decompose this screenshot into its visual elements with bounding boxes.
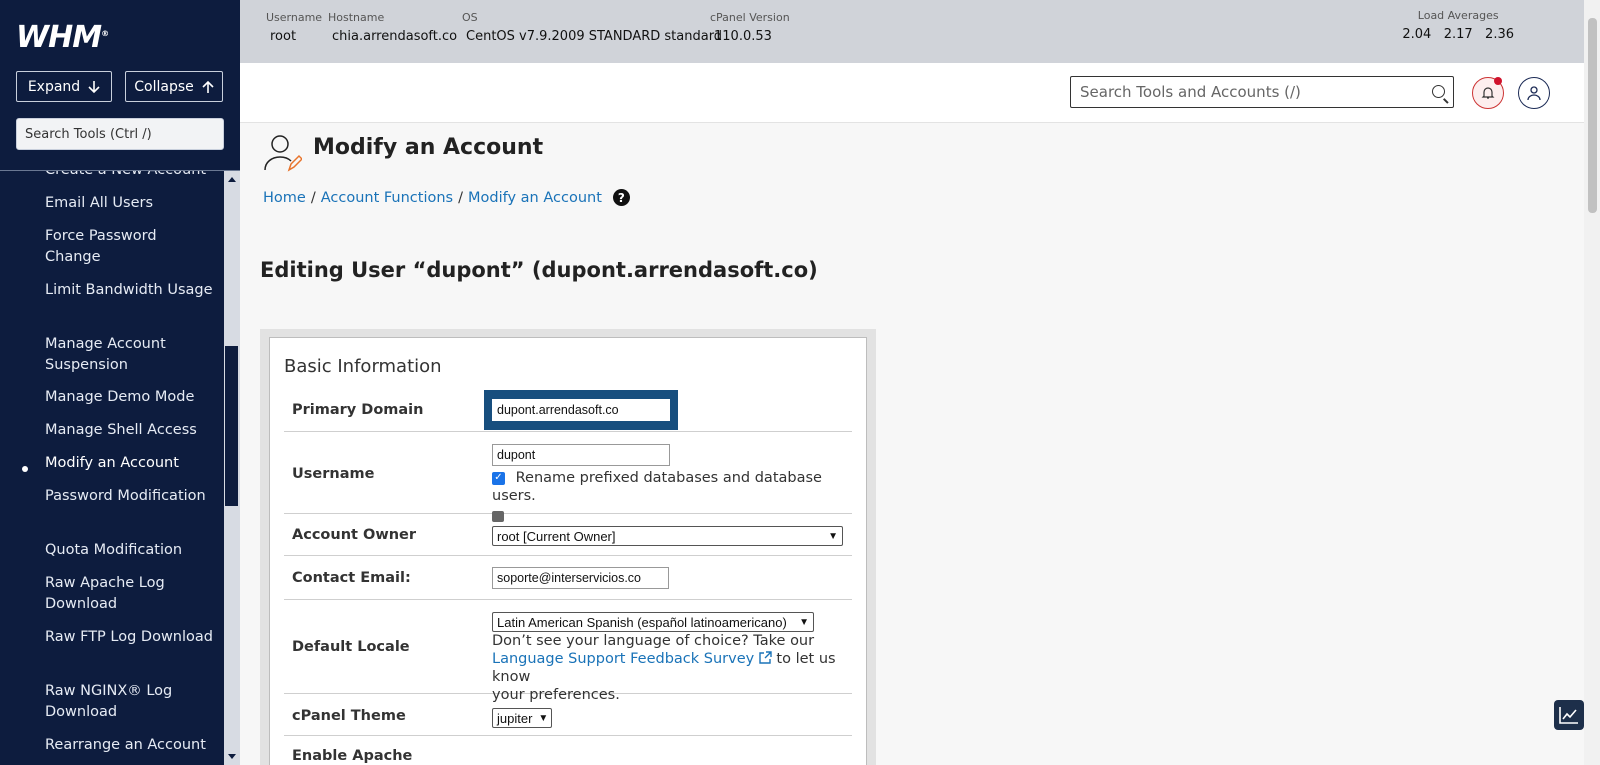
scroll-up-icon[interactable]: [228, 177, 236, 182]
sidebar-item-manage-suspension[interactable]: Manage Account Suspension: [45, 334, 215, 376]
chevron-down-icon: ▼: [828, 530, 838, 542]
arrow-down-icon: [88, 80, 100, 93]
cpanel-theme-select[interactable]: jupiter ▼: [492, 708, 552, 728]
chevron-down-icon: ▼: [538, 712, 549, 724]
rename-db-checkbox[interactable]: ✓: [492, 471, 505, 485]
info-os: OS CentOS v7.9.2009 STANDARD standard: [462, 11, 723, 44]
notifications-button[interactable]: [1472, 77, 1504, 109]
breadcrumb-account-functions[interactable]: Account Functions: [321, 190, 453, 206]
row-default-locale: Default Locale Latin American Spanish (e…: [284, 600, 852, 703]
sidebar: WHM® Expand Collapse Search Tools (Ctrl …: [0, 0, 240, 765]
enable-apache-label: Enable Apache: [292, 748, 413, 764]
default-locale-label: Default Locale: [292, 639, 410, 655]
chevron-down-icon: ▼: [799, 616, 809, 628]
breadcrumb: Home / Account Functions / Modify an Acc…: [263, 189, 630, 206]
sidebar-item-email-all-users[interactable]: Email All Users: [45, 193, 215, 214]
row-username: Username ✓ Rename prefixed databases and…: [284, 432, 852, 522]
server-info-bar: Username root Hostname chia.arrendasoft.…: [240, 0, 1584, 63]
sidebar-item-modify-account[interactable]: Modify an Account: [45, 453, 215, 474]
sidebar-nav: Create a New Account Email All Users For…: [0, 171, 224, 765]
info-cpanel-version: cPanel Version 110.0.53: [710, 11, 790, 44]
user-icon: [1527, 86, 1541, 101]
analytics-button[interactable]: [1554, 700, 1584, 730]
username-input[interactable]: [492, 444, 670, 466]
sidebar-item-password-modification[interactable]: Password Modification: [45, 486, 215, 507]
arrow-up-icon: [202, 80, 214, 93]
contact-email-label: Contact Email:: [292, 570, 411, 586]
sidebar-item-limit-bandwidth[interactable]: Limit Bandwidth Usage: [45, 280, 215, 301]
breadcrumb-separator: /: [310, 189, 316, 206]
editing-heading: Editing User “dupont” (dupont.arrendasof…: [260, 258, 818, 282]
row-enable-apache: Enable Apache: [284, 736, 852, 765]
row-cpanel-theme: cPanel Theme jupiter ▼: [284, 694, 852, 736]
sidebar-item-force-password-change[interactable]: Force Password Change: [45, 226, 215, 268]
scroll-down-icon[interactable]: [228, 754, 236, 759]
sidebar-item-raw-nginx-log[interactable]: Raw NGINX® Log Download: [45, 681, 215, 723]
info-load-averages: Load Averages 2.04 2.17 2.36: [1402, 9, 1514, 42]
sidebar-item-rearrange-account[interactable]: Rearrange an Account: [45, 735, 215, 756]
primary-domain-input[interactable]: [492, 399, 670, 421]
search-icon[interactable]: [1432, 85, 1445, 98]
row-contact-email: Contact Email:: [284, 556, 852, 600]
tools-accounts-search-input[interactable]: Search Tools and Accounts (/): [1070, 76, 1454, 108]
page-scrollbar[interactable]: [1584, 0, 1600, 765]
bell-icon: [1481, 87, 1495, 99]
page-scroll-thumb[interactable]: [1588, 18, 1597, 213]
header: Search Tools and Accounts (/): [240, 63, 1584, 123]
breadcrumb-home[interactable]: Home: [263, 190, 306, 206]
sidebar-item-manage-shell-access[interactable]: Manage Shell Access: [45, 420, 215, 441]
page-title: Modify an Account: [313, 135, 544, 160]
sidebar-item-create-account[interactable]: Create a New Account: [45, 171, 215, 181]
username-label: Username: [292, 466, 375, 482]
account-owner-label: Account Owner: [292, 527, 417, 543]
rename-db-label: Rename prefixed databases and database u…: [492, 470, 822, 504]
sidebar-item-quota-modification[interactable]: Quota Modification: [45, 540, 215, 561]
language-survey-link[interactable]: Language Support Feedback Survey: [492, 651, 754, 667]
notification-dot-icon: [1494, 77, 1502, 85]
external-link-icon[interactable]: [759, 651, 772, 664]
contact-email-input[interactable]: [492, 567, 669, 589]
breadcrumb-modify-account[interactable]: Modify an Account: [468, 190, 602, 206]
cpanel-theme-label: cPanel Theme: [292, 708, 406, 724]
sidebar-item-raw-apache-log[interactable]: Raw Apache Log Download: [45, 573, 215, 615]
info-username: Username root: [266, 11, 323, 44]
help-icon[interactable]: ?: [612, 189, 630, 206]
modify-account-icon: [264, 135, 302, 172]
collapse-label: Collapse: [134, 78, 194, 95]
user-menu-button[interactable]: [1518, 77, 1550, 109]
expand-button[interactable]: Expand: [16, 71, 112, 102]
sidebar-item-manage-demo-mode[interactable]: Manage Demo Mode: [45, 387, 215, 408]
trend-chart-icon: [1559, 707, 1578, 724]
info-hostname: Hostname chia.arrendasoft.co: [328, 11, 458, 44]
primary-domain-label: Primary Domain: [292, 402, 424, 418]
section-title: Basic Information: [284, 356, 442, 377]
expand-label: Expand: [27, 78, 81, 95]
row-account-owner: Account Owner root [Current Owner] ▼: [284, 514, 852, 556]
row-primary-domain: Primary Domain: [284, 390, 852, 432]
sidebar-search-input[interactable]: Search Tools (Ctrl /): [16, 118, 224, 150]
whm-logo[interactable]: WHM®: [16, 20, 109, 55]
sidebar-scroll-thumb[interactable]: [225, 346, 238, 506]
sidebar-scrollbar[interactable]: [224, 171, 240, 765]
sidebar-item-raw-ftp-log[interactable]: Raw FTP Log Download: [45, 627, 215, 648]
default-locale-select[interactable]: Latin American Spanish (español latinoam…: [492, 612, 814, 632]
breadcrumb-separator: /: [458, 189, 463, 206]
active-bullet-icon: [22, 466, 28, 472]
collapse-button[interactable]: Collapse: [125, 71, 223, 102]
account-owner-select[interactable]: root [Current Owner] ▼: [492, 526, 843, 546]
primary-domain-focus: [484, 390, 678, 430]
